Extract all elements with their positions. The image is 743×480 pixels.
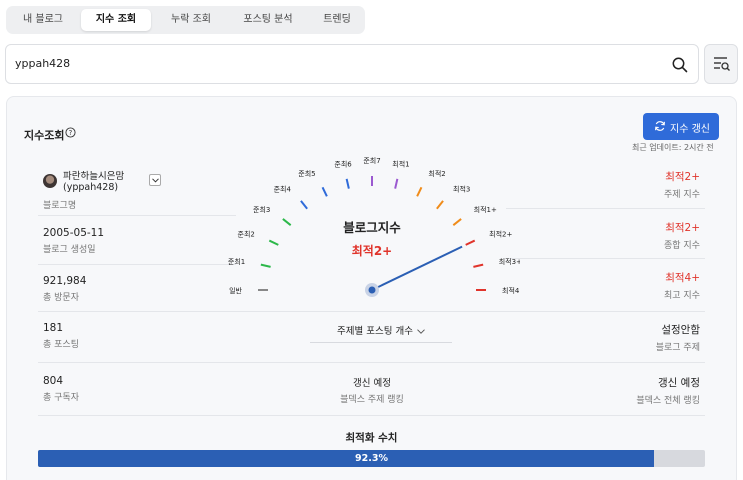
search-filter-button[interactable]: [704, 44, 738, 84]
gauge-tick: [465, 239, 476, 246]
optimization-percent: 92.3%: [355, 453, 388, 464]
refresh-icon: [655, 121, 665, 131]
topic-posting-count-label: 주제별 포스팅 개수: [337, 326, 413, 337]
chevron-down-icon: [417, 329, 425, 334]
gauge-level-label: 일반: [229, 286, 242, 295]
topic-index-value: 최적2+: [665, 171, 700, 183]
blog-name-label: 블로그명: [43, 201, 77, 211]
created-date: 2005-05-11: [43, 227, 105, 239]
subscribers-value: 804: [43, 375, 64, 387]
optimization-progress-bar: 92.3%: [38, 450, 705, 467]
blog-name-text: 파란하늘시은맘: [63, 171, 125, 182]
gauge-tick: [394, 178, 399, 189]
chevron-down-icon: [152, 178, 159, 183]
gauge-tick: [268, 239, 279, 246]
blog-id-text: (yppah428): [63, 182, 119, 193]
svg-text:?: ?: [69, 129, 73, 137]
search-value[interactable]: yppah428: [15, 57, 70, 70]
created-label: 블로그 생성일: [43, 245, 96, 255]
gauge-title: 블로그지수: [343, 220, 401, 235]
divider: [38, 215, 236, 216]
refresh-index-button[interactable]: 지수 갱신: [643, 113, 719, 140]
tab-posting-analysis[interactable]: 포스팅 분석: [228, 9, 308, 31]
panel-title: 지수조회: [24, 129, 65, 142]
tab-my-blog[interactable]: 내 블로그: [10, 9, 76, 31]
blog-select-dropdown[interactable]: [149, 174, 161, 186]
total-index-label: 종합 지수: [664, 241, 700, 251]
divider: [506, 208, 705, 209]
gauge-tick: [436, 200, 444, 210]
tab-missing-lookup[interactable]: 누락 조회: [156, 9, 226, 31]
posts-label: 총 포스팅: [43, 340, 79, 350]
topic-rank-label: 블덱스 주제 랭킹: [340, 395, 404, 405]
gauge-tick: [260, 263, 271, 268]
topic-rank-value: 갱신 예정: [353, 378, 391, 389]
topic-posting-count-select[interactable]: 주제별 포스팅 개수: [310, 323, 452, 343]
gauge-value: 최적2+: [351, 244, 393, 258]
gauge-tick: [282, 218, 292, 226]
filter-search-icon: [714, 57, 730, 71]
max-index-value: 최적4+: [665, 272, 700, 284]
gauge-level-label: 최적1: [392, 159, 409, 168]
gauge-level-label: 준최1: [228, 257, 245, 266]
avatar: [43, 174, 57, 188]
visitors-label: 총 방문자: [43, 293, 79, 303]
divider: [38, 415, 705, 416]
search-icon[interactable]: [671, 56, 689, 74]
gauge-tick: [321, 186, 328, 197]
blog-topic-value: 설정안함: [661, 324, 700, 336]
gauge-level-label: 최적3+: [499, 257, 520, 266]
last-updated-text: 최근 업데이트: 2시간 전: [632, 143, 714, 152]
refresh-label: 지수 갱신: [670, 124, 710, 135]
help-icon[interactable]: ?: [65, 127, 76, 138]
gauge-tick: [300, 200, 308, 210]
gauge-level-label: 최적2+: [489, 230, 512, 239]
tab-index-lookup[interactable]: 지수 조회: [81, 9, 151, 31]
divider: [38, 264, 236, 265]
gauge-tick: [473, 263, 484, 268]
gauge-hub-center: [368, 286, 376, 294]
gauge-tick: [452, 218, 462, 226]
gauge-level-label: 최적1+: [474, 205, 497, 214]
gauge-tick: [345, 178, 350, 189]
max-index-label: 최고 지수: [664, 291, 700, 301]
gauge-level-label: 최적4+: [502, 286, 520, 295]
optimization-title: 최적화 수치: [345, 432, 398, 444]
tab-trending[interactable]: 트렌딩: [306, 9, 368, 31]
gauge-level-label: 준최2: [238, 230, 255, 239]
gauge-level-label: 준최7: [363, 156, 380, 165]
gauge-level-label: 준최5: [298, 169, 315, 178]
overall-rank-label: 블덱스 전체 랭킹: [636, 396, 700, 406]
blog-topic-label: 블로그 주제: [655, 343, 700, 353]
gauge-level-label: 최적3: [453, 184, 470, 193]
posts-value: 181: [43, 322, 64, 334]
tab-bar: 내 블로그 지수 조회 누락 조회 포스팅 분석 트렌딩: [6, 6, 365, 34]
subscribers-label: 총 구독자: [43, 393, 79, 403]
search-input[interactable]: yppah428: [5, 44, 699, 84]
visitors-value: 921,984: [43, 275, 87, 287]
gauge-level-label: 준최6: [334, 159, 352, 168]
gauge-level-label: 준최4: [274, 184, 292, 193]
gauge-level-label: 준최3: [253, 205, 270, 214]
topic-index-label: 주제 지수: [664, 190, 700, 200]
overall-rank-value: 갱신 예정: [658, 377, 700, 389]
divider: [506, 258, 705, 259]
blog-name: 파란하늘시은맘 (yppah428): [63, 171, 124, 193]
divider: [38, 362, 705, 363]
gauge-level-label: 최적2: [428, 169, 445, 178]
gauge-tick: [416, 186, 423, 197]
divider: [38, 311, 705, 312]
total-index-value: 최적2+: [665, 222, 700, 234]
